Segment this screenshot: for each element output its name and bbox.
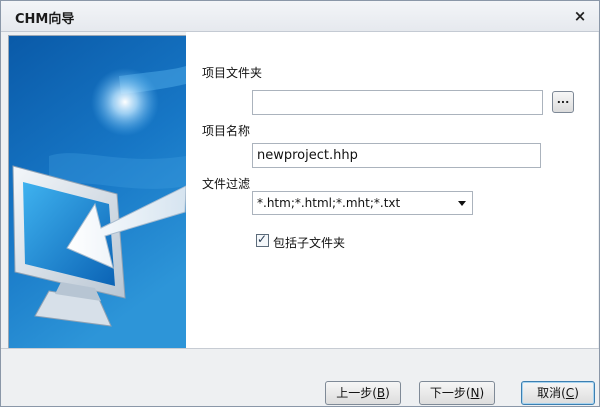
next-button-paren: ) xyxy=(479,386,485,400)
chevron-down-icon[interactable] xyxy=(458,201,466,206)
project-name-label: 项目名称 xyxy=(202,124,251,138)
include-subfolders-label[interactable]: 包括子文件夹 xyxy=(273,234,345,251)
close-icon[interactable]: × xyxy=(571,7,589,25)
monitor-with-arrow-icon xyxy=(9,36,186,348)
title-bar: CHM向导 × xyxy=(1,1,599,32)
back-button-label: 上一步( xyxy=(336,386,377,400)
chm-wizard-dialog: CHM向导 × 项目文件夹 ... 项目名称 newproject.hhp 文件… xyxy=(0,0,600,407)
cancel-button[interactable]: 取消(C) xyxy=(521,381,595,405)
checkmark-icon: ✓ xyxy=(257,232,268,246)
back-button-hotkey: B xyxy=(376,386,386,400)
back-button[interactable]: 上一步(B) xyxy=(325,381,401,405)
cancel-button-hotkey: C xyxy=(565,386,575,400)
project-name-input[interactable]: newproject.hhp xyxy=(252,143,541,168)
cancel-button-label: 取消( xyxy=(537,386,566,400)
next-button[interactable]: 下一步(N) xyxy=(419,381,495,405)
footer-divider xyxy=(1,348,599,349)
wizard-side-image xyxy=(8,35,187,349)
back-button-paren: ) xyxy=(385,386,390,400)
dialog-title: CHM向导 xyxy=(15,12,75,27)
file-filter-dropdown[interactable]: *.htm;*.html;*.mht;*.txt xyxy=(252,191,473,215)
include-subfolders-checkbox[interactable]: ✓ xyxy=(256,232,269,247)
browse-folder-button[interactable]: ... xyxy=(552,91,574,113)
file-filter-value: *.htm;*.html;*.mht;*.txt xyxy=(257,196,401,210)
project-folder-input[interactable] xyxy=(252,90,543,115)
file-filter-label: 文件过滤 xyxy=(202,177,251,191)
cancel-button-paren: ) xyxy=(574,386,579,400)
next-button-label: 下一步( xyxy=(429,386,471,400)
project-folder-label: 项目文件夹 xyxy=(202,66,263,80)
